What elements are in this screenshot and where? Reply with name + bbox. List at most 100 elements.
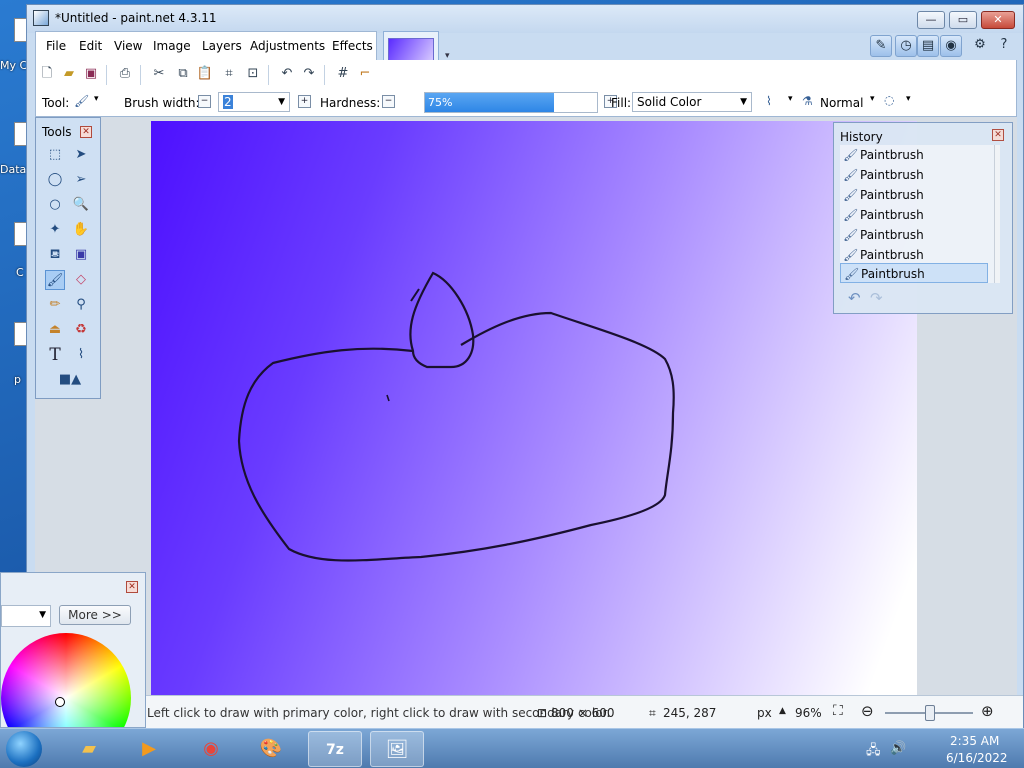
hardness-decrease[interactable]: − (382, 95, 395, 108)
brush-width-decrease[interactable]: − (198, 95, 211, 108)
media-player-icon[interactable]: ▶ (122, 731, 176, 767)
zoom-out-icon[interactable]: ⊖ (861, 702, 874, 720)
history-item-selected[interactable]: 🖌 Paintbrush (840, 263, 988, 283)
zoom-slider-thumb[interactable] (925, 705, 935, 721)
history-scrollbar[interactable] (994, 145, 1000, 283)
volume-icon[interactable]: 🔊 (890, 741, 906, 756)
undo-icon[interactable]: ↶ (278, 65, 296, 83)
blend-mode-icon[interactable]: ⚗ (802, 94, 813, 108)
save-icon[interactable]: ▣ (82, 65, 100, 83)
chevron-down-icon[interactable]: ▾ (788, 94, 793, 104)
blend-mode-value[interactable]: Normal (820, 96, 863, 110)
maximize-button[interactable]: ▭ (949, 11, 977, 29)
menu-file[interactable]: File (46, 39, 66, 53)
start-button[interactable] (6, 731, 42, 767)
history-item[interactable]: 🖌 Paintbrush (840, 185, 988, 205)
chevron-down-icon[interactable]: ▾ (906, 94, 911, 104)
pencil-icon[interactable]: ✏ (45, 295, 65, 315)
gradient-icon[interactable]: ▣ (71, 245, 91, 265)
brush-width-increase[interactable]: + (298, 95, 311, 108)
menu-view[interactable]: View (114, 39, 142, 53)
history-item[interactable]: 🖌 Paintbrush (840, 245, 988, 265)
7zip-icon[interactable]: 7z (308, 731, 362, 767)
antialiasing-icon[interactable]: ⌇ (766, 94, 772, 108)
app-icon[interactable] (33, 10, 49, 26)
redo-icon[interactable]: ↷ (870, 289, 883, 307)
help-icon[interactable]: ? (993, 35, 1015, 57)
paintbrush-icon[interactable]: 🖌 (74, 94, 89, 108)
color-selector-combo[interactable]: ▼ (1, 605, 51, 627)
menu-layers[interactable]: Layers (202, 39, 242, 53)
history-item[interactable]: 🖌 Paintbrush (840, 145, 988, 165)
print-icon[interactable]: ⎙ (116, 65, 134, 83)
rectangle-select-icon[interactable]: ⬚ (45, 145, 65, 165)
units-selector[interactable]: px (757, 706, 772, 720)
lasso-select-icon[interactable]: ◯ (45, 170, 65, 190)
zoom-icon[interactable]: 🔍 (71, 195, 91, 215)
close-icon[interactable]: ✕ (80, 126, 92, 138)
close-icon[interactable]: ✕ (126, 581, 138, 593)
paint-palette-icon[interactable]: 🎨 (244, 731, 298, 767)
zoom-value[interactable]: 96% (795, 706, 822, 720)
explorer-icon[interactable]: ▰ (62, 731, 116, 767)
text-icon[interactable]: T (45, 345, 65, 365)
history-item[interactable]: 🖌 Paintbrush (840, 205, 988, 225)
paint-bucket-icon[interactable]: ⛾ (45, 245, 65, 265)
cut-icon[interactable]: ✂ (150, 65, 168, 83)
pan-icon[interactable]: ✋ (71, 220, 91, 240)
undo-icon[interactable]: ↶ (848, 289, 861, 307)
selection-mode-icon[interactable]: ◌ (884, 93, 894, 107)
paint-net-icon[interactable]: 🖼 (370, 731, 424, 767)
grid-icon[interactable]: # (334, 65, 352, 83)
line-curve-icon[interactable]: ⌇ (71, 345, 91, 365)
close-button[interactable]: ✕ (981, 11, 1015, 29)
history-item[interactable]: 🖌 Paintbrush (840, 225, 988, 245)
title-bar[interactable]: *Untitled - paint.net 4.3.11 — ▭ ✕ (27, 5, 1023, 33)
settings-gear-icon[interactable]: ⚙ (969, 35, 991, 57)
paintbrush-icon[interactable]: 🖌 (45, 270, 65, 290)
ruler-icon[interactable]: ⌐ (356, 65, 374, 83)
history-item[interactable]: 🖌 Paintbrush (840, 165, 988, 185)
zoom-to-window-icon[interactable]: ⛶ (833, 703, 843, 719)
more-colors-button[interactable]: More >> (59, 605, 131, 625)
brush-width-combo[interactable]: 2 ▼ (218, 92, 290, 112)
layers-toggle-icon[interactable]: ▤ (917, 35, 939, 57)
copy-icon[interactable]: ⧉ (174, 65, 192, 83)
magic-wand-icon[interactable]: ✦ (45, 220, 65, 240)
menu-image[interactable]: Image (153, 39, 191, 53)
clock-date[interactable]: 6/16/2022 (946, 751, 1008, 765)
ellipse-select-icon[interactable]: ○ (45, 195, 65, 215)
paste-icon[interactable]: 📋 (196, 65, 214, 83)
fill-combo[interactable]: Solid Color ▼ (632, 92, 752, 112)
shapes-icon[interactable]: ■▲ (50, 370, 90, 390)
crop-icon[interactable]: ⌗ (220, 65, 238, 83)
new-icon[interactable]: 🗋 (38, 65, 56, 83)
color-wheel[interactable] (1, 633, 131, 727)
close-icon[interactable]: ✕ (992, 129, 1004, 141)
menu-edit[interactable]: Edit (79, 39, 102, 53)
color-picker-icon[interactable]: ⚲ (71, 295, 91, 315)
menu-effects[interactable]: Effects (332, 39, 373, 53)
history-toggle-icon[interactable]: ◷ (895, 35, 917, 57)
move-selected-icon[interactable]: ➢ (71, 170, 91, 190)
clock-time[interactable]: 2:35 AM (950, 734, 999, 748)
open-icon[interactable]: ▰ (60, 65, 78, 83)
clone-stamp-icon[interactable]: ⏏ (45, 320, 65, 340)
image-canvas[interactable] (151, 121, 917, 695)
hardness-slider[interactable]: 75% (424, 92, 598, 113)
network-icon[interactable]: 🖧 (866, 741, 881, 763)
tools-toggle-icon[interactable]: ✎ (870, 35, 892, 57)
deselect-icon[interactable]: ⊡ (244, 65, 262, 83)
chevron-down-icon[interactable]: ▾ (94, 94, 99, 104)
redo-icon[interactable]: ↷ (300, 65, 318, 83)
recolor-icon[interactable]: ♻ (71, 320, 91, 340)
chevron-up-icon[interactable]: ▲ (779, 706, 786, 716)
move-selection-icon[interactable]: ➤ (71, 145, 91, 165)
zoom-in-icon[interactable]: ⊕ (981, 702, 994, 720)
chrome-icon[interactable]: ◉ (184, 731, 238, 767)
eraser-icon[interactable]: ◇ (71, 270, 91, 290)
menu-adjustments[interactable]: Adjustments (250, 39, 325, 53)
chevron-down-icon[interactable]: ▾ (870, 94, 875, 104)
minimize-button[interactable]: — (917, 11, 945, 29)
colors-toggle-icon[interactable]: ◉ (940, 35, 962, 57)
